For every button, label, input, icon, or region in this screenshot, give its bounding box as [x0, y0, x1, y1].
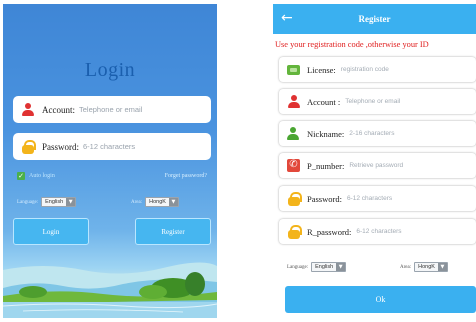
password-placeholder: 6-12 characters [346, 195, 393, 202]
password-field[interactable]: Password: 6-12 characters [279, 186, 476, 211]
area-dropdown[interactable]: HongK ▼ [414, 262, 448, 272]
password-label: Password: [307, 193, 342, 204]
account-field[interactable]: Account: Telephone or email [13, 96, 211, 123]
area-caption: Area: [131, 199, 143, 205]
repeat-password-field[interactable]: R_password: 6-12 characters [279, 219, 476, 244]
language-value: English [315, 264, 334, 270]
password-field[interactable]: Password: 6-12 characters [13, 133, 211, 160]
area-value: HongK [418, 264, 435, 270]
forget-password-link[interactable]: Forget password? [165, 173, 207, 179]
nickname-person-icon [287, 127, 300, 140]
nickname-placeholder: 2-16 characters [349, 130, 395, 137]
person-icon [287, 95, 300, 108]
area-value: HongK [149, 199, 166, 205]
ok-button[interactable]: Ok [285, 286, 476, 313]
chevron-down-icon: ▼ [336, 263, 346, 271]
phone-number-placeholder: Retrieve password [349, 162, 404, 169]
language-dropdown[interactable]: English ▼ [41, 197, 77, 207]
repeat-password-placeholder: 6-12 characters [356, 228, 402, 235]
license-label: License: [307, 64, 336, 75]
register-title: Register [358, 14, 391, 24]
phone-number-field[interactable]: P_number: Retrieve password [279, 153, 476, 178]
nickname-label: Nickname: [307, 128, 345, 139]
license-field[interactable]: License: registration code [279, 57, 476, 82]
login-title: Login [84, 59, 136, 81]
chevron-down-icon: ▼ [168, 198, 178, 206]
language-caption: Language: [17, 199, 39, 205]
account-field[interactable]: Account : Telephone or email [279, 89, 476, 114]
account-placeholder: Telephone or email [345, 98, 401, 105]
account-label: Account: [42, 104, 75, 115]
login-screen: Login Account: Telephone or email Passwo… [3, 4, 217, 318]
chevron-down-icon: ▼ [437, 263, 447, 271]
license-placeholder: registration code [340, 66, 389, 73]
back-arrow-icon[interactable]: ← [281, 10, 293, 26]
password-placeholder: 6-12 characters [83, 142, 136, 151]
checkmark-icon: ✓ [17, 172, 25, 180]
language-selector: Language: English ▼ [287, 262, 347, 272]
area-dropdown[interactable]: HongK ▼ [145, 197, 179, 207]
lock-icon [21, 139, 36, 154]
register-screen: ← Register Use your registration code ,o… [273, 4, 476, 318]
repeat-password-label: R_password: [307, 226, 352, 237]
area-selector: Area: HongK ▼ [400, 262, 448, 272]
area-caption: Area: [400, 264, 412, 270]
auto-login-label: Auto login [29, 173, 55, 179]
password-label: Password: [42, 141, 80, 152]
language-dropdown[interactable]: English ▼ [311, 262, 347, 272]
lock-icon [287, 192, 302, 206]
nickname-field[interactable]: Nickname: 2-16 characters [279, 121, 476, 146]
language-caption: Language: [287, 264, 309, 270]
phone-icon [287, 158, 300, 172]
language-selector: Language: English ▼ [17, 197, 77, 207]
area-selector: Area: HongK ▼ [131, 197, 179, 207]
registration-notice: Use your registration code ,otherwise yo… [275, 40, 429, 49]
account-placeholder: Telephone or email [79, 105, 143, 114]
lock-icon [287, 225, 302, 239]
auto-login-checkbox[interactable]: ✓ Auto login [17, 172, 55, 180]
language-value: English [45, 199, 64, 205]
license-icon [287, 65, 300, 75]
chevron-down-icon: ▼ [66, 198, 76, 206]
account-label: Account : [307, 96, 341, 107]
person-icon [21, 102, 35, 117]
phone-number-label: P_number: [307, 160, 345, 171]
register-header: ← Register [273, 4, 476, 34]
landscape-illustration [3, 262, 217, 318]
